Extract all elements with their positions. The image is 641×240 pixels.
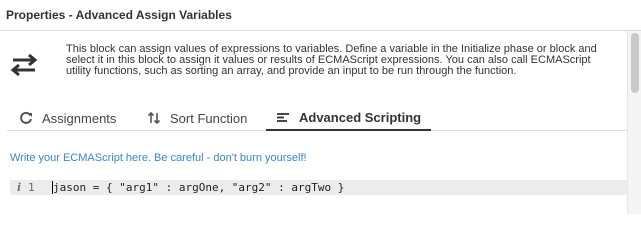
tab-sort-function[interactable]: Sort Function [147,105,262,131]
info-icon: i [17,181,22,194]
editor-hint: Write your ECMAScript here. Be careful -… [10,152,307,164]
tab-label: Advanced Scripting [299,109,422,125]
sort-icon [147,111,161,125]
refresh-icon [20,111,32,124]
properties-header: Properties - Advanced Assign Variables [0,0,641,31]
code-line[interactable]: i 1 jason = { "arg1" : argOne, "arg2" : … [10,180,627,195]
tab-label: Sort Function [170,110,248,126]
swap-arrows-icon [10,54,38,76]
vertical-scrollbar[interactable] [627,31,641,214]
code-editor[interactable]: i 1 jason = { "arg1" : argOne, "arg2" : … [10,180,627,214]
tab-bar: Assignments Sort Function Advanced Scrip… [7,105,628,131]
tab-advanced-scripting[interactable]: Advanced Scripting [266,105,431,131]
code-text[interactable]: jason = { "arg1" : argOne, "arg2" : argT… [53,181,344,194]
tab-assignments[interactable]: Assignments [19,105,134,131]
tab-label: Assignments [42,110,117,126]
panel-title: Properties - Advanced Assign Variables [6,8,232,22]
scrollbar-thumb[interactable] [631,33,639,93]
block-description: This block can assign values of expressi… [66,43,597,77]
script-lines-icon [277,113,289,122]
line-number: 1 [28,181,35,194]
